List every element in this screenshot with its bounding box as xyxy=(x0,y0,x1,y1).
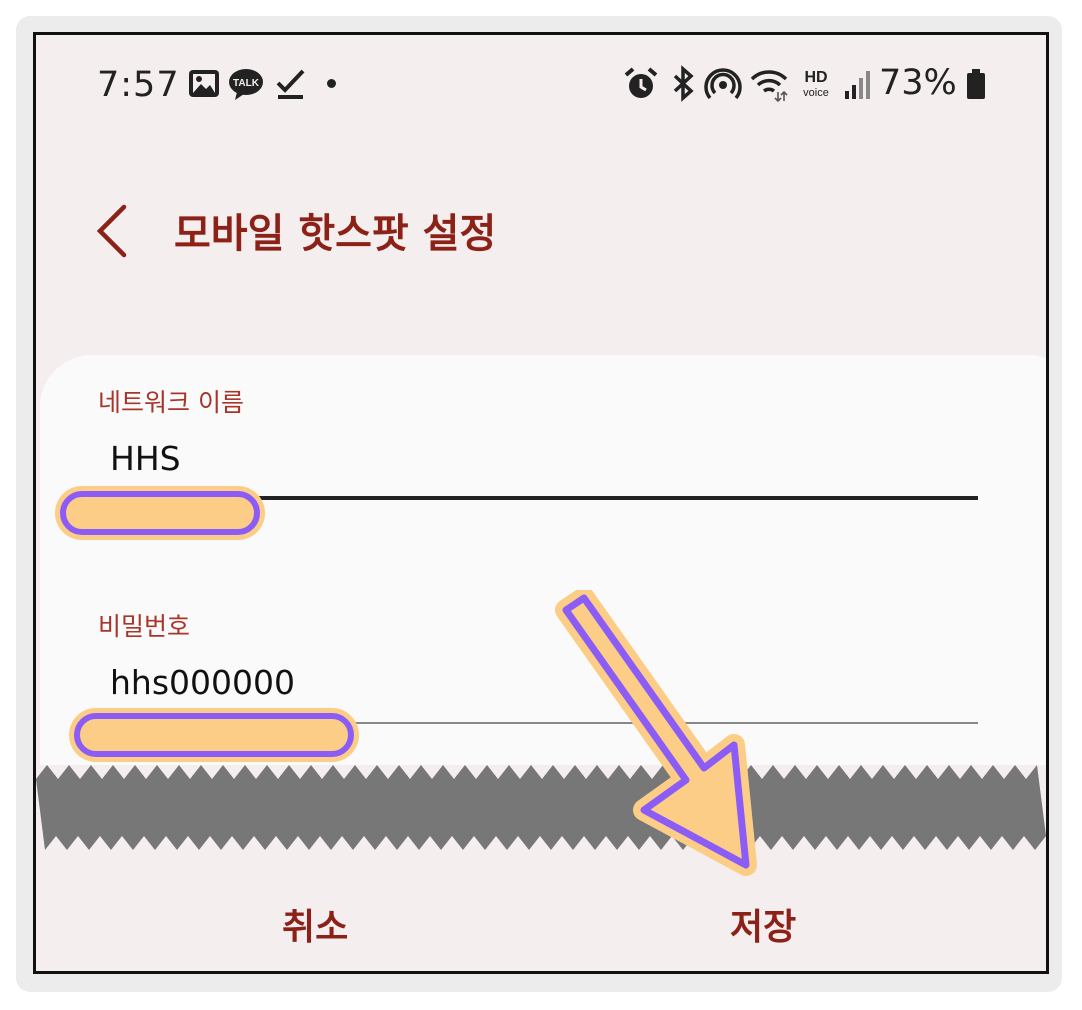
bottom-action-bar: 취소 저장 xyxy=(36,890,1046,970)
annotation-arrow-icon xyxy=(555,590,757,876)
battery-icon xyxy=(967,69,985,99)
alarm-icon xyxy=(624,67,658,98)
gallery-icon xyxy=(189,70,219,97)
hotspot-icon xyxy=(704,68,742,100)
kakaotalk-text: TALK xyxy=(233,78,260,89)
app-header: 모바일 핫스팟 설정 xyxy=(36,185,1046,275)
bluetooth-icon xyxy=(673,65,694,102)
network-name-field[interactable] xyxy=(110,439,950,478)
voice-text: voice xyxy=(803,87,829,99)
page-title: 모바일 핫스팟 설정 xyxy=(174,211,497,257)
network-name-label: 네트워크 이름 xyxy=(98,388,244,417)
more-notifications-dot xyxy=(327,79,336,88)
phone-screen: 7:57 TALK HD voice 73% 모바일 핫스팟 설정 네트워크 이… xyxy=(33,32,1049,974)
hd-text: HD xyxy=(804,69,827,86)
chevron-left-icon[interactable] xyxy=(90,203,138,259)
battery-percent: 73% xyxy=(879,63,957,103)
network-name-highlight xyxy=(60,491,260,535)
save-button[interactable]: 저장 xyxy=(730,898,796,950)
password-field[interactable] xyxy=(110,663,950,702)
cancel-button[interactable]: 취소 xyxy=(282,898,348,950)
wifi-icon xyxy=(750,70,788,103)
status-bar: 7:57 TALK HD voice 73% xyxy=(36,35,1046,135)
status-time: 7:57 xyxy=(97,65,180,105)
password-label: 비밀번호 xyxy=(98,612,191,641)
signal-icon xyxy=(845,71,870,99)
password-highlight xyxy=(74,713,354,757)
kakaotalk-icon: TALK xyxy=(229,69,263,100)
task-done-icon xyxy=(276,69,305,99)
hd-voice-icon: HD voice xyxy=(803,69,829,99)
